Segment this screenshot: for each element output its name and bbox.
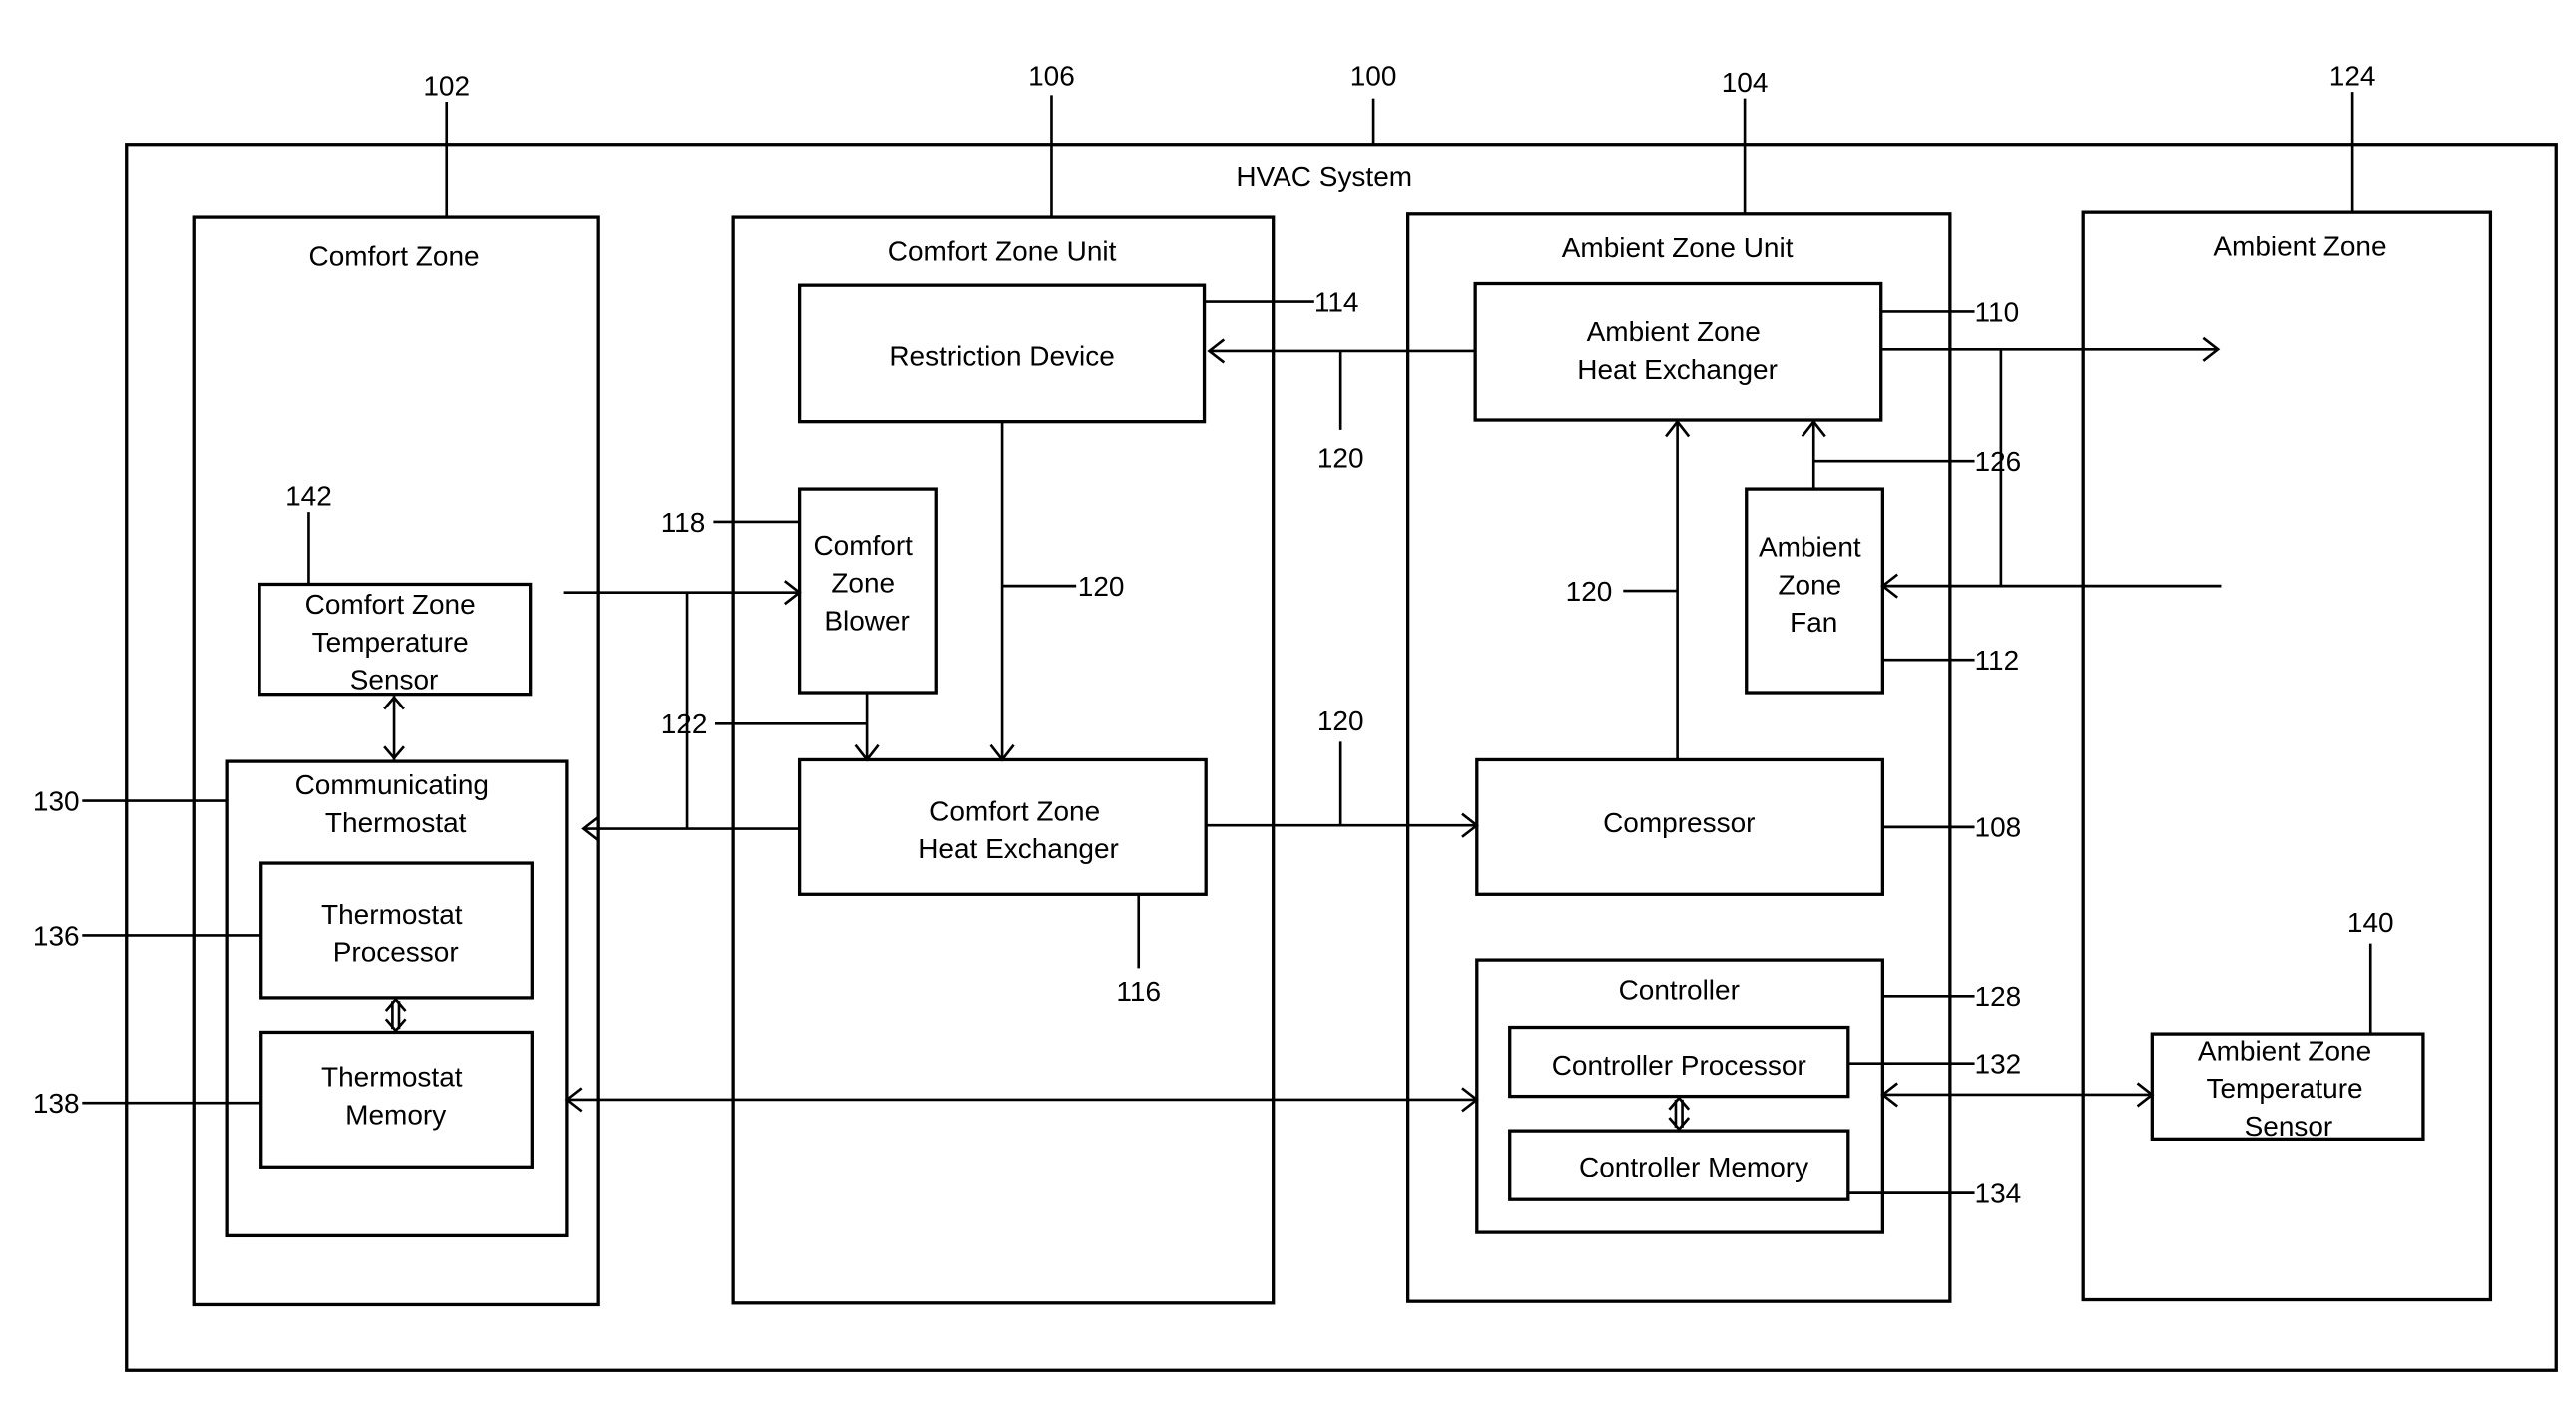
ref-118: 118 [661,507,706,538]
ref-124: 124 [2329,61,2376,92]
communicating-thermostat-label: Communicating Thermostat [295,769,497,838]
refrigerant-line-compressor-to-azhx [1623,419,1691,760]
thermostat-memory-label: Thermostat Memory [321,1062,470,1131]
tp-line-1: Thermostat [321,899,463,930]
czts-line-1: Comfort Zone [305,589,476,620]
blower-line-1: Comfort [813,530,913,561]
comfort-zone-temp-sensor-label: Comfort Zone Temperature Sensor [305,589,484,696]
hvac-block-diagram: HVAC System 100 Comfort Zone 102 Comfort… [33,61,2558,1372]
comfort-zone-blower-label: Comfort Zone Blower [813,530,920,637]
ref-140: 140 [2347,907,2394,938]
ref-100: 100 [1350,61,1397,92]
czts-line-3: Sensor [350,665,439,696]
comfort-zone-label: Comfort Zone [309,240,480,271]
controller-proc-mem-link [1668,1096,1691,1132]
ref-120-c: 120 [1317,706,1364,736]
controller-label: Controller [1619,975,1740,1006]
czhx-line-1: Comfort Zone [929,795,1100,826]
fan-line-3: Fan [1790,607,1837,638]
controller-processor-label: Controller Processor [1552,1050,1806,1081]
ambient-zone-temp-sensor-label: Ambient Zone Temperature Sensor [2198,1035,2379,1142]
ref-108: 108 [1975,812,2022,843]
refrigerant-line-czhx-to-compressor [1206,741,1479,838]
ambient-zone-fan-label: Ambient Zone Fan [1759,532,1868,639]
azts-line-3: Sensor [2245,1111,2333,1142]
compressor-label: Compressor [1603,807,1755,838]
azhx-line-2: Heat Exchanger [1577,354,1778,385]
ambient-zone-label: Ambient Zone [2213,232,2386,262]
ref-126: 126 [1975,446,2022,477]
czhx-line-2: Heat Exchanger [918,833,1119,864]
sensor-thermostat-link [383,695,405,760]
ambient-zone-heat-exchanger-label: Ambient Zone Heat Exchanger [1577,316,1778,385]
azts-line-1: Ambient Zone [2198,1035,2371,1066]
comfort-zone-heat-exchanger-box [797,757,1208,896]
ref-130: 130 [33,785,80,816]
refrigerant-line-restriction-to-czhx [989,421,1077,762]
blower-line-2: Zone [831,568,895,599]
thermostat-processor-label: Thermostat Processor [321,899,470,968]
ref-138: 138 [33,1088,80,1119]
ref-120-a: 120 [1317,443,1364,474]
ref-142: 142 [285,481,332,512]
tm-line-1: Thermostat [321,1062,463,1093]
ref-120-d: 120 [1566,576,1613,607]
ref-122: 122 [661,708,708,739]
ref-102: 102 [423,70,470,101]
tp-line-2: Processor [333,937,459,968]
ct-line-2: Thermostat [325,807,467,838]
czts-line-2: Temperature [312,627,469,658]
thermostat-processor-box [259,861,534,1000]
ref-128: 128 [1975,981,2022,1012]
fan-line-1: Ambient [1759,532,1861,563]
comfort-zone-unit-label: Comfort Zone Unit [888,236,1117,267]
communication-bus [564,1082,2155,1113]
ref-132: 132 [1975,1049,2022,1080]
azhx-line-1: Ambient Zone [1587,316,1761,347]
ref-104: 104 [1722,67,1769,98]
ref-136: 136 [33,920,80,951]
fan-line-2: Zone [1778,569,1841,600]
tm-line-2: Memory [345,1100,446,1131]
comfort-zone-heat-exchanger-label: Comfort Zone Heat Exchanger [918,795,1119,864]
ref-110: 110 [1975,296,2020,327]
azts-line-2: Temperature [2207,1073,2363,1104]
ambient-zone-heat-exchanger-box [1473,281,1883,422]
ct-line-1: Communicating [295,769,489,800]
ref-106: 106 [1028,61,1075,92]
refrigerant-line-azhx-to-restriction [1207,338,1476,430]
restriction-device-label: Restriction Device [889,341,1114,372]
ref-116: 116 [1116,976,1161,1007]
thermostat-proc-mem-link [384,997,407,1033]
ref-120-b: 120 [1078,571,1125,602]
blower-line-3: Blower [824,606,910,637]
hvac-system-title: HVAC System [1236,161,1412,192]
ref-112: 112 [1975,645,2020,676]
ref-134: 134 [1975,1178,2022,1209]
ambient-zone-unit-label: Ambient Zone Unit [1562,233,1794,263]
controller-memory-label: Controller Memory [1579,1152,1808,1182]
ref-114: 114 [1314,286,1359,317]
